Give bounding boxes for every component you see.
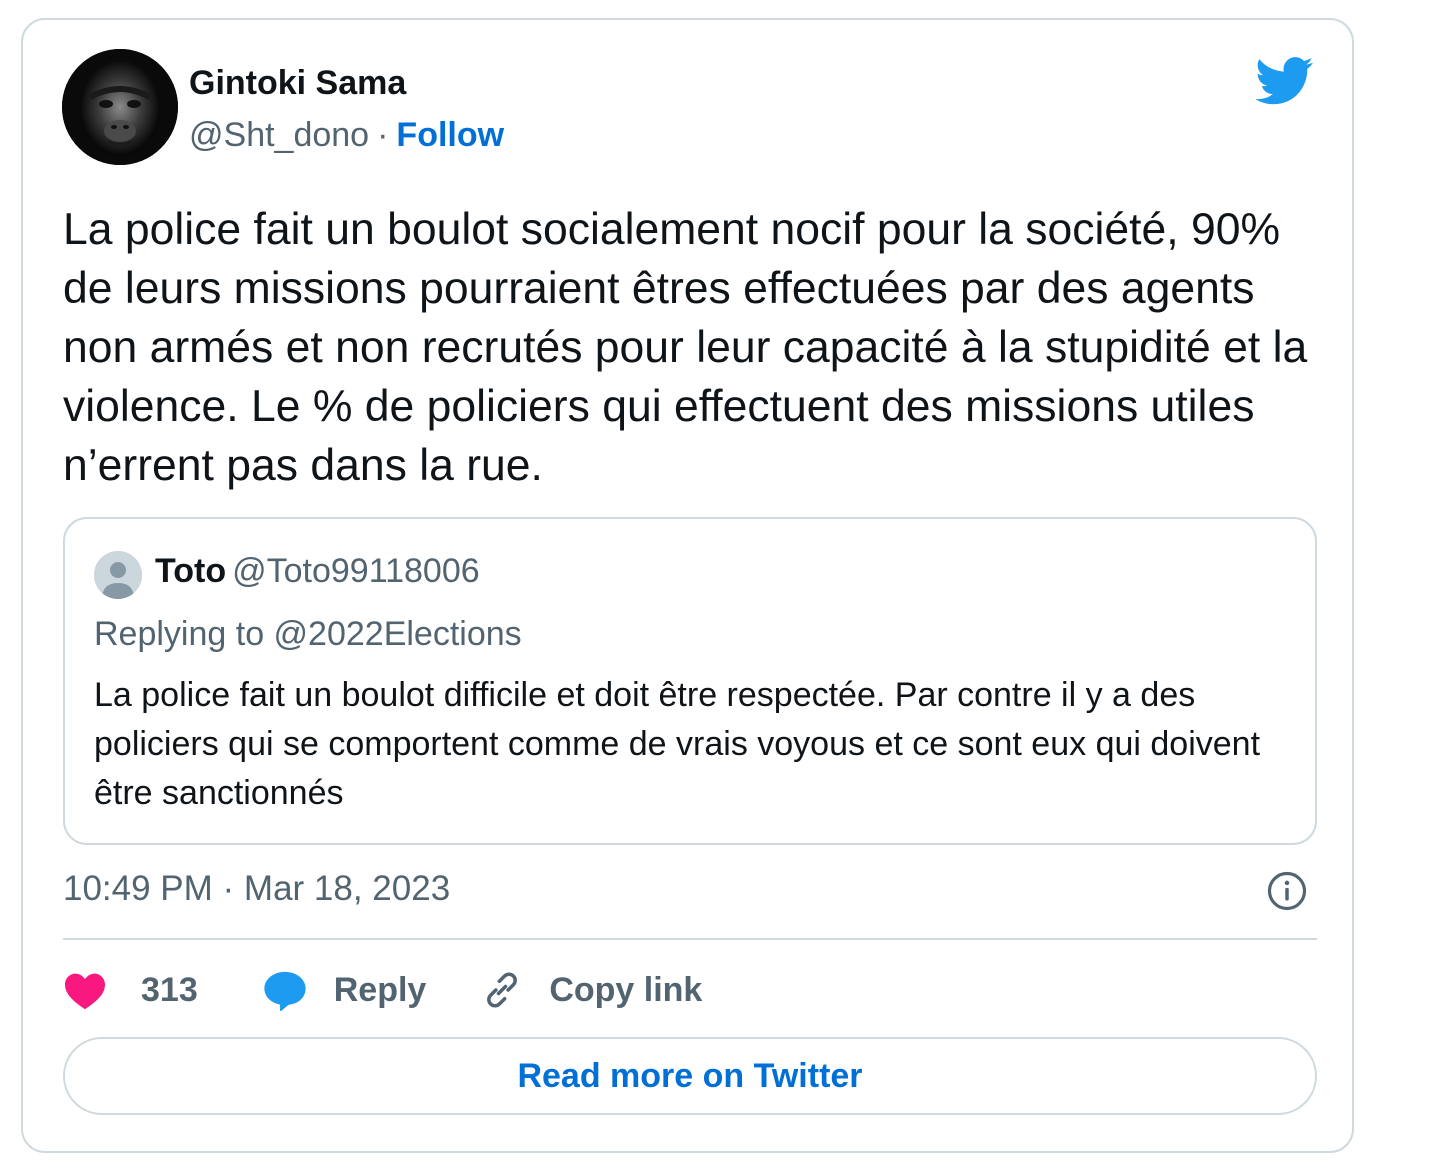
- copy-link-label: Copy link: [549, 970, 703, 1009]
- replying-to-label: Replying to @2022Elections: [94, 615, 522, 653]
- handle-separator: ·: [377, 116, 389, 154]
- link-icon: [487, 972, 518, 1008]
- actions-divider: [63, 938, 1317, 940]
- tweet-actions: 313 Reply Copy link: [63, 965, 702, 1015]
- copy-link-button[interactable]: Copy link: [481, 969, 702, 1011]
- quoted-tweet[interactable]: Toto @Toto99118006 Replying to @2022Elect…: [63, 517, 1317, 845]
- quoted-author-avatar[interactable]: [94, 551, 142, 599]
- tweet-embed-card: Gintoki Sama @Sht_dono · Follow La police …: [21, 18, 1354, 1153]
- read-more-button[interactable]: Read more on Twitter: [63, 1037, 1317, 1115]
- follow-link[interactable]: Follow: [396, 116, 504, 154]
- like-count: 313: [141, 970, 198, 1009]
- tweet-timestamp[interactable]: 10:49 PM · Mar 18, 2023: [63, 869, 450, 909]
- info-icon[interactable]: [1266, 870, 1308, 912]
- speech-bubble-icon: [264, 971, 306, 1011]
- quoted-author-handle[interactable]: @Toto99118006: [232, 552, 480, 590]
- quoted-author-name[interactable]: Toto: [155, 552, 226, 590]
- reply-button[interactable]: Reply: [262, 969, 427, 1011]
- heart-icon: [65, 973, 105, 1010]
- quoted-tweet-text: La police fait un boulot difficile et do…: [94, 676, 1261, 812]
- like-button[interactable]: 313: [63, 970, 198, 1010]
- author-handle[interactable]: @Sht_dono: [189, 116, 369, 154]
- author-avatar[interactable]: [62, 49, 178, 165]
- twitter-bird-icon[interactable]: [1256, 56, 1314, 106]
- tweet-text: La police fait un boulot socialement noc…: [63, 205, 1308, 490]
- reply-label: Reply: [333, 970, 427, 1009]
- author-meta: @Sht_dono · Follow: [189, 116, 504, 155]
- default-user-icon: [94, 551, 142, 599]
- ape-portrait-image: [62, 49, 178, 165]
- quoted-author-line: Toto @Toto99118006: [155, 552, 480, 591]
- author-name[interactable]: Gintoki Sama: [189, 64, 406, 103]
